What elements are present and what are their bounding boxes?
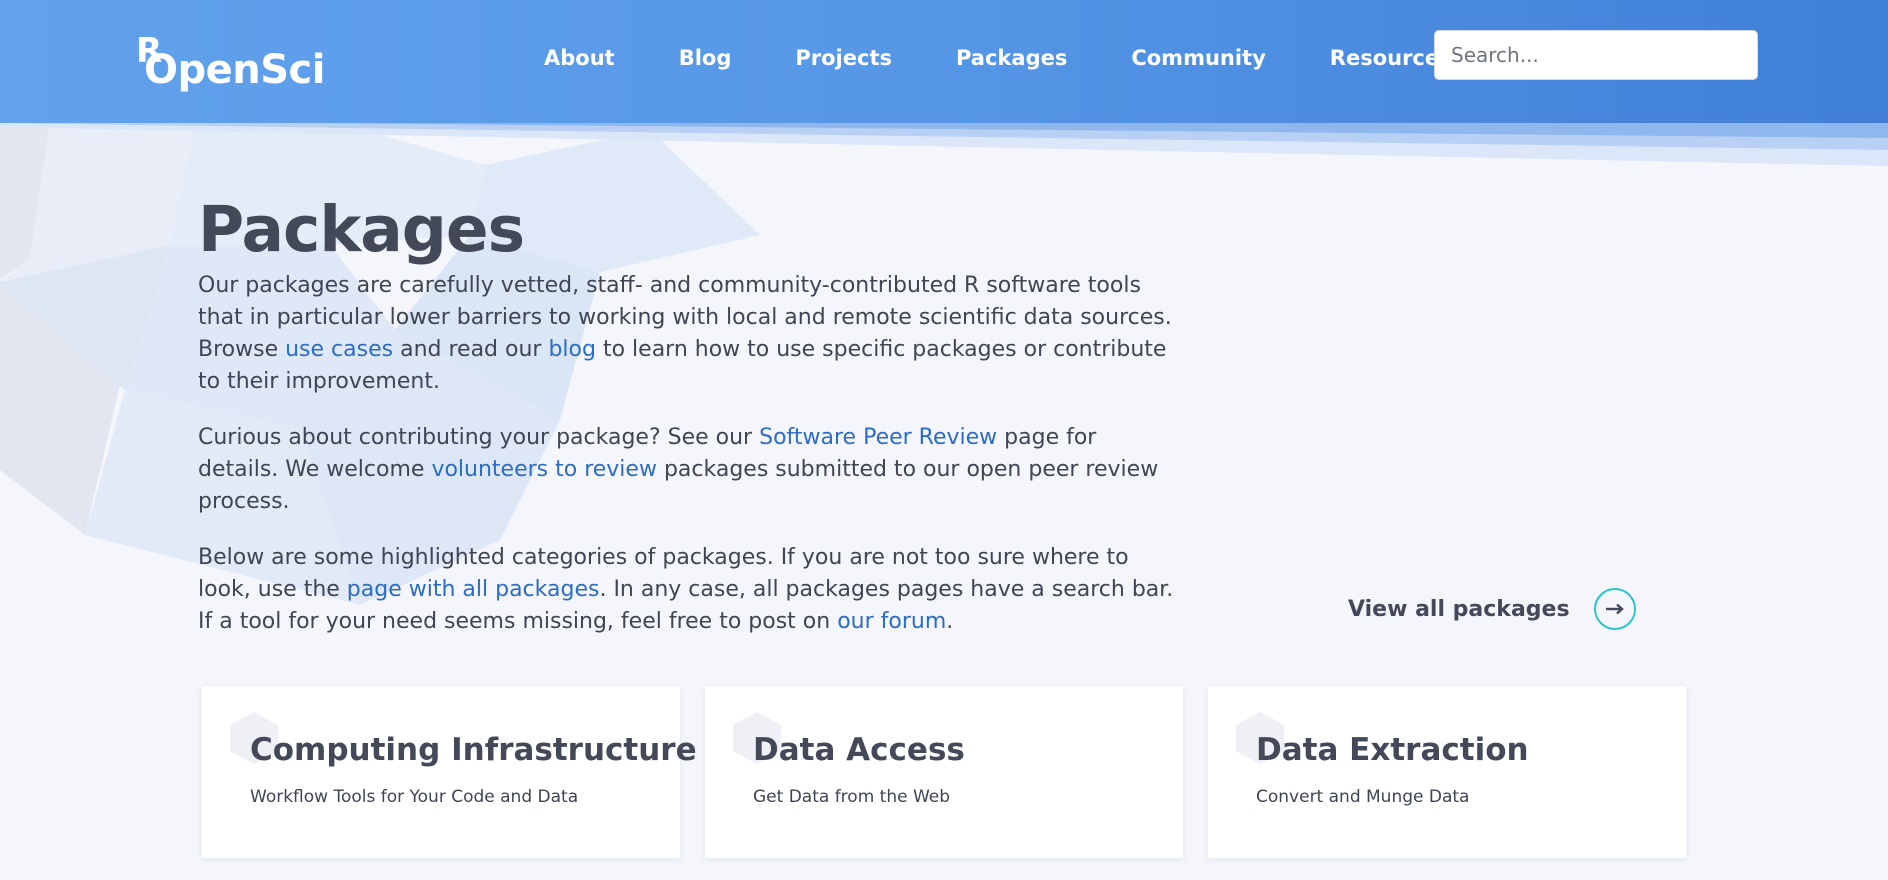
category-cards: Computing Infrastructure Workflow Tools … <box>202 686 1711 858</box>
card-title: Data Extraction <box>1256 732 1529 768</box>
software-peer-review-link[interactable]: Software Peer Review <box>759 425 997 450</box>
forum-link[interactable]: our forum <box>837 609 946 634</box>
nav-community[interactable]: Community <box>1131 46 1265 70</box>
card-title: Computing Infrastructure <box>250 732 697 768</box>
card-title: Data Access <box>753 732 965 768</box>
use-cases-link[interactable]: use cases <box>285 337 393 362</box>
search-input[interactable] <box>1434 30 1758 80</box>
intro-text-2: and read our <box>393 337 549 362</box>
main-content: Packages Our packages are carefully vett… <box>198 190 1183 662</box>
card-computing-infrastructure[interactable]: Computing Infrastructure Workflow Tools … <box>202 686 697 858</box>
view-all-packages-link[interactable]: View all packages <box>1348 588 1636 630</box>
arrow-right-icon[interactable] <box>1593 588 1636 630</box>
card-data-access[interactable]: Data Access Get Data from the Web <box>705 686 1183 858</box>
main-nav: About Blog Projects Packages Community R… <box>512 30 1484 86</box>
nav-packages[interactable]: Packages <box>956 46 1067 70</box>
peer-review-text-1: Curious about contributing your package?… <box>198 425 760 450</box>
header-slant-band <box>0 118 1888 166</box>
volunteers-to-review-link[interactable]: volunteers to review <box>431 457 657 482</box>
nav-projects[interactable]: Projects <box>795 46 892 70</box>
page-title: Packages <box>198 193 525 266</box>
card-data-extraction[interactable]: Data Extraction Convert and Munge Data <box>1208 686 1686 858</box>
all-packages-link[interactable]: page with all packages <box>347 577 600 602</box>
categories-text-3: . <box>946 609 954 634</box>
site-header: R OpenSci About Blog Projects Packages C… <box>0 0 1888 123</box>
ropensci-logo[interactable]: R OpenSci <box>136 31 325 93</box>
blog-link[interactable]: blog <box>548 337 596 362</box>
card-subtitle: Workflow Tools for Your Code and Data <box>250 787 579 807</box>
card-subtitle: Get Data from the Web <box>753 787 951 807</box>
nav-blog[interactable]: Blog <box>679 46 732 70</box>
peer-review-paragraph: Curious about contributing your package?… <box>198 422 1183 518</box>
categories-paragraph: Below are some highlighted categories of… <box>198 542 1183 638</box>
nav-about[interactable]: About <box>544 46 615 70</box>
card-subtitle: Convert and Munge Data <box>1256 787 1470 807</box>
intro-paragraph: Our packages are carefully vetted, staff… <box>198 270 1183 398</box>
logo-wordmark: OpenSci <box>144 47 325 93</box>
view-all-packages-label: View all packages <box>1348 596 1570 622</box>
